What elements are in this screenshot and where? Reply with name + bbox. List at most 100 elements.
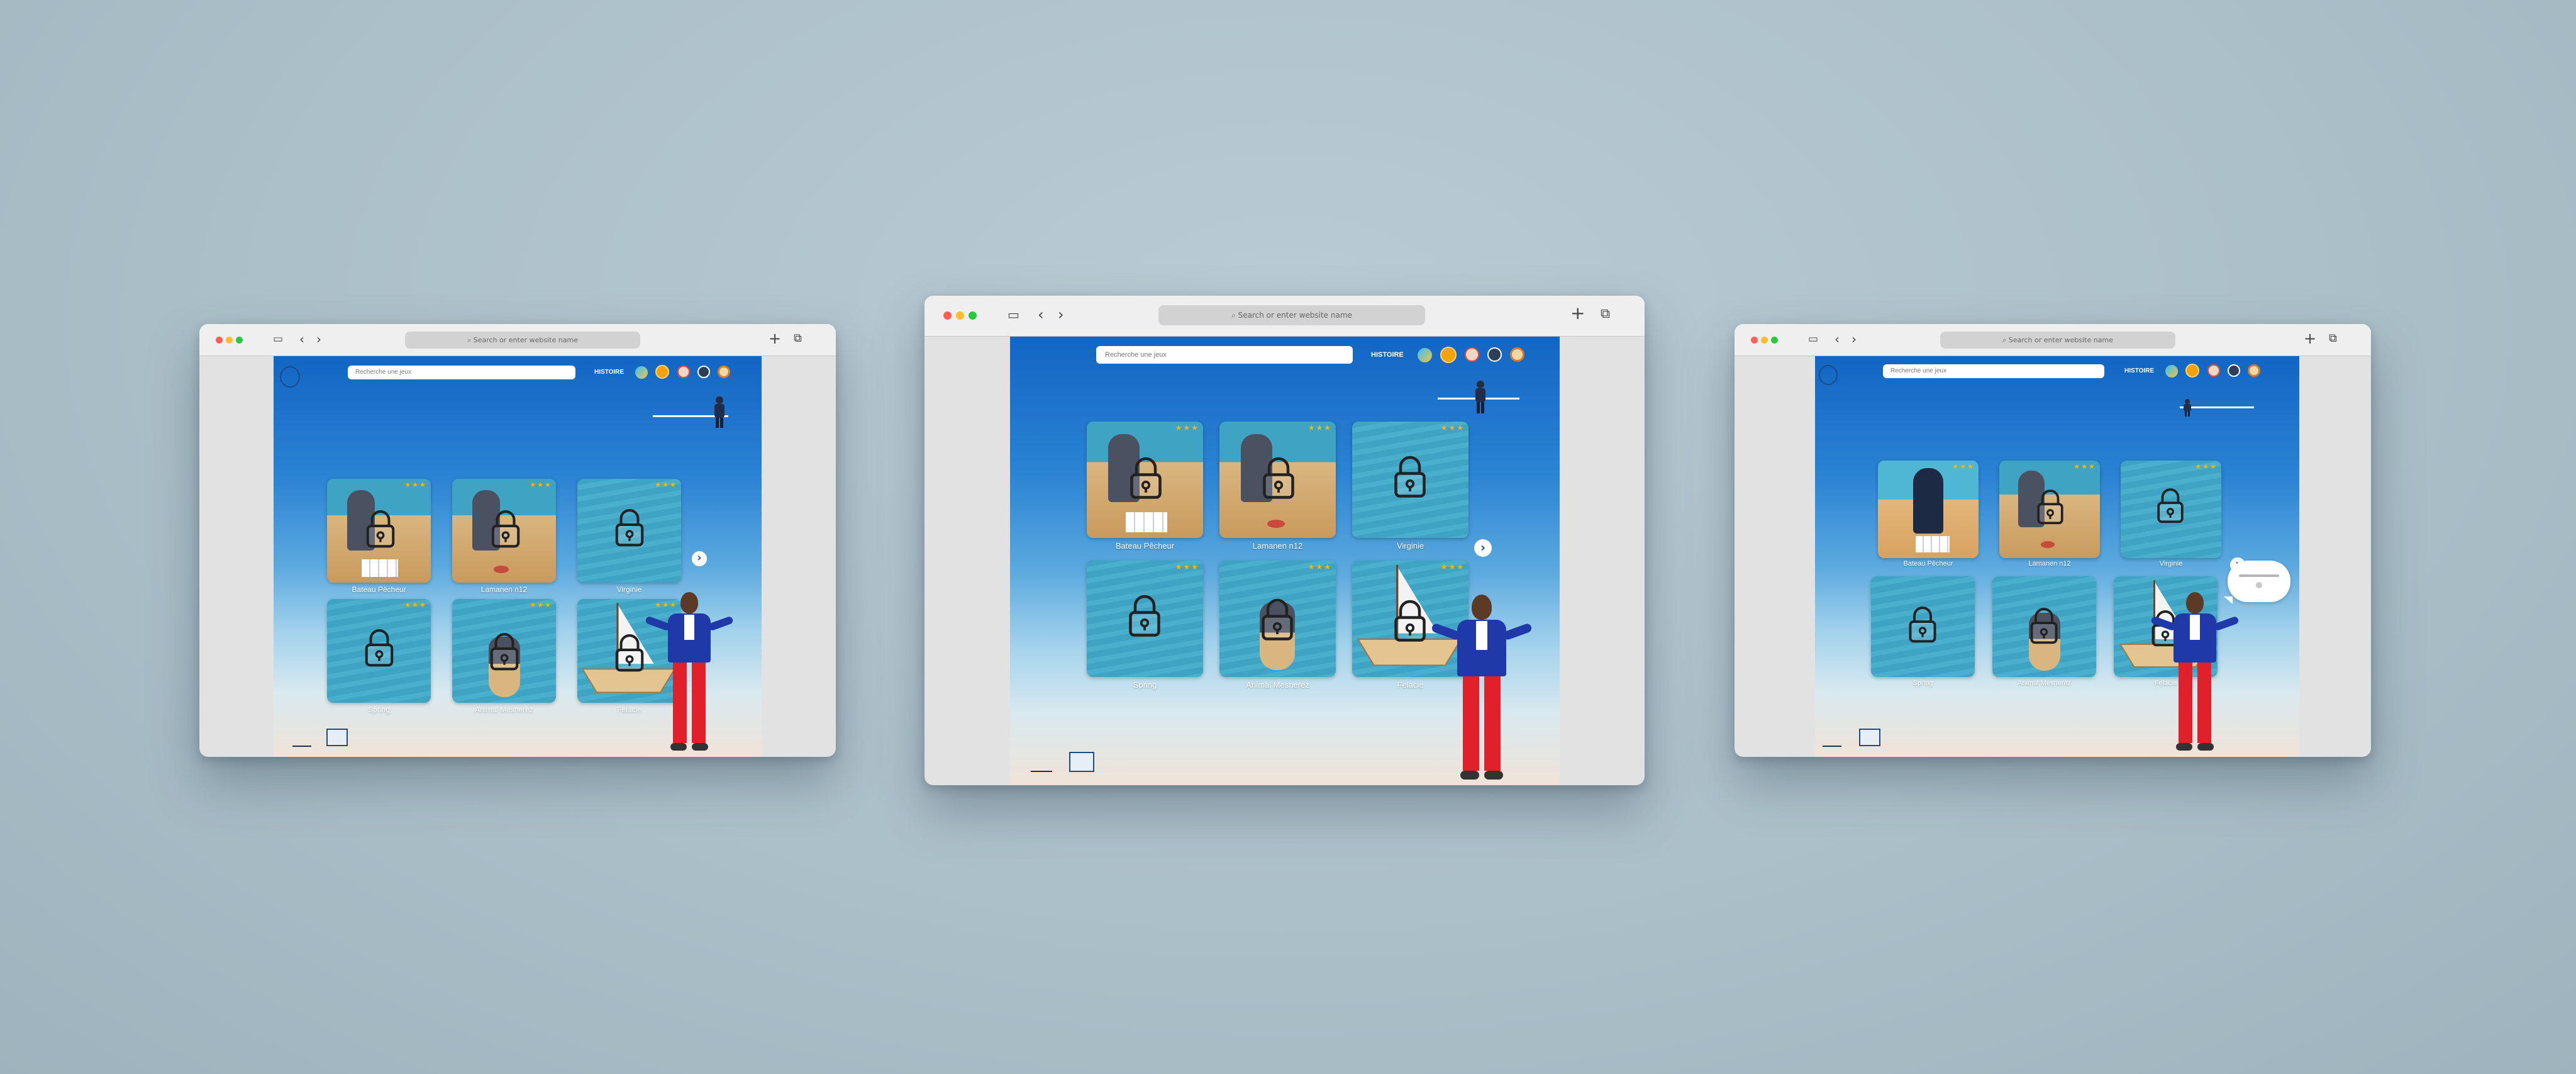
fish-illustration bbox=[494, 566, 509, 573]
next-page-button[interactable]: › bbox=[1474, 539, 1492, 557]
close-button[interactable] bbox=[216, 337, 223, 344]
quiz-icon[interactable] bbox=[2165, 365, 2178, 378]
search-input[interactable]: Recherche une jeux bbox=[1883, 364, 2104, 378]
stars-rating: ★★★ bbox=[1175, 562, 1199, 571]
sidebar-icon[interactable]: ▭ bbox=[1808, 334, 1818, 345]
coin-icon[interactable] bbox=[1440, 347, 1457, 363]
lock-icon bbox=[491, 510, 520, 548]
lock-icon bbox=[2157, 488, 2184, 523]
game-card[interactable]: ★★★ bbox=[577, 479, 681, 583]
chevron-left-icon[interactable]: ‹ bbox=[1038, 307, 1044, 322]
minimize-button[interactable] bbox=[226, 337, 233, 344]
game-card[interactable]: ★★★ bbox=[1219, 561, 1336, 677]
game-card-title: Lamanen n12 bbox=[1252, 541, 1303, 551]
lock-icon bbox=[1909, 607, 1936, 643]
chevron-right-icon[interactable]: › bbox=[316, 333, 321, 345]
sidebar-icon[interactable]: ▭ bbox=[1008, 308, 1019, 321]
web-page: Recherche une jeux HISTOIRE ★★★ Bateau P… bbox=[1815, 356, 2299, 757]
lock-icon bbox=[490, 633, 519, 671]
chevron-left-icon[interactable]: ‹ bbox=[299, 333, 304, 345]
board-grid bbox=[1916, 536, 1950, 552]
helmet-icon[interactable] bbox=[2228, 364, 2240, 377]
quiz-icon[interactable] bbox=[1418, 348, 1432, 362]
sidebar-icon[interactable]: ▭ bbox=[273, 334, 283, 345]
chevron-right-icon[interactable]: › bbox=[1058, 307, 1064, 322]
web-page: Recherche une jeux HISTOIRE ★★★ Bateau P… bbox=[1010, 337, 1560, 785]
game-card[interactable]: ★★★ bbox=[1219, 422, 1336, 538]
tabs-overview-icon[interactable]: ⧉ bbox=[794, 333, 802, 344]
game-card[interactable]: ★★★ bbox=[327, 479, 431, 583]
plus-icon[interactable]: + bbox=[1570, 305, 1585, 322]
url-bar[interactable]: ⌕ Search or enter website name bbox=[1940, 332, 2175, 349]
stars-rating: ★★★ bbox=[404, 601, 427, 609]
nav-histoire[interactable]: HISTOIRE bbox=[594, 369, 624, 376]
game-card[interactable] bbox=[1992, 576, 2096, 677]
next-page-button[interactable]: › bbox=[692, 551, 707, 566]
game-card[interactable]: ★★★ bbox=[452, 479, 556, 583]
close-button[interactable] bbox=[943, 311, 952, 320]
sea-creature-icon[interactable] bbox=[1465, 347, 1479, 362]
chevron-right-icon[interactable]: › bbox=[1852, 333, 1857, 345]
lock-icon bbox=[1262, 598, 1293, 640]
maximize-button[interactable] bbox=[1771, 337, 1778, 344]
chevron-left-icon[interactable]: ‹ bbox=[1835, 333, 1840, 345]
settings-icon[interactable] bbox=[718, 366, 730, 378]
helmet-icon[interactable] bbox=[1487, 347, 1502, 362]
minimize-button[interactable] bbox=[956, 311, 964, 320]
tabs-overview-icon[interactable]: ⧉ bbox=[1601, 307, 1610, 320]
speech-bubble[interactable] bbox=[2228, 561, 2290, 602]
maximize-button[interactable] bbox=[236, 337, 243, 344]
game-card[interactable]: ★★★ bbox=[1087, 561, 1203, 677]
game-card-title: Lamanen n12 bbox=[480, 585, 528, 594]
search-input[interactable]: Recherche une jeux bbox=[348, 366, 575, 379]
helmet-icon[interactable] bbox=[697, 366, 710, 378]
lock-icon bbox=[615, 634, 644, 672]
game-card[interactable]: ★★★ bbox=[327, 599, 431, 703]
stars-rating: ★★★ bbox=[2074, 463, 2096, 471]
game-card[interactable] bbox=[1871, 576, 1975, 677]
maximize-button[interactable] bbox=[969, 311, 977, 320]
game-card[interactable]: ★★★ bbox=[1352, 422, 1468, 538]
anchor-logo-icon[interactable] bbox=[280, 366, 300, 388]
settings-icon[interactable] bbox=[1510, 347, 1524, 362]
search-input[interactable]: Recherche une jeux bbox=[1096, 346, 1353, 364]
stars-rating: ★★★ bbox=[1952, 463, 1975, 471]
minimize-button[interactable] bbox=[1761, 337, 1768, 344]
quiz-icon[interactable] bbox=[635, 366, 648, 379]
sailor-avatar-icon bbox=[714, 396, 725, 429]
dismiss-icon[interactable] bbox=[2256, 582, 2262, 588]
plus-icon[interactable]: + bbox=[769, 331, 781, 346]
sailor-avatar-icon bbox=[1474, 381, 1487, 415]
lock-icon bbox=[615, 509, 644, 547]
game-card-title: Virginie bbox=[1396, 541, 1424, 551]
coin-icon[interactable] bbox=[2185, 364, 2199, 378]
anchor-logo-icon[interactable] bbox=[1819, 365, 1838, 385]
nav-histoire[interactable]: HISTOIRE bbox=[1371, 351, 1404, 359]
guide-avatar bbox=[2150, 592, 2240, 757]
game-card[interactable]: ★★★ bbox=[2121, 461, 2221, 558]
sea-creature-icon[interactable] bbox=[677, 366, 690, 378]
lock-icon bbox=[1394, 600, 1426, 642]
tabs-overview-icon[interactable]: ⧉ bbox=[2329, 333, 2337, 344]
game-card[interactable]: ★★★ bbox=[452, 599, 556, 703]
game-card-title: Bateau Pêcheur bbox=[1115, 541, 1175, 551]
settings-icon[interactable] bbox=[2248, 364, 2260, 377]
lock-icon bbox=[1263, 457, 1294, 499]
close-button[interactable] bbox=[1751, 337, 1758, 344]
game-card[interactable]: ★★★ bbox=[1878, 461, 1979, 558]
game-card[interactable]: ★★★ bbox=[1999, 461, 2100, 558]
game-card[interactable]: ★★★ bbox=[1087, 422, 1203, 538]
lock-icon bbox=[1130, 457, 1162, 499]
coin-icon[interactable] bbox=[655, 365, 669, 379]
sea-creature-icon[interactable] bbox=[2207, 364, 2220, 377]
lock-icon bbox=[2037, 489, 2063, 525]
nav-histoire[interactable]: HISTOIRE bbox=[2124, 367, 2154, 374]
plus-icon[interactable]: + bbox=[2304, 331, 2316, 346]
game-card-title: Spring bbox=[1133, 680, 1157, 690]
url-bar[interactable]: ⌕ Search or enter website name bbox=[405, 332, 640, 349]
game-card-title: Virginie bbox=[2159, 560, 2183, 568]
lock-icon bbox=[1394, 456, 1426, 498]
url-bar[interactable]: ⌕ Search or enter website name bbox=[1158, 305, 1425, 325]
game-card-title: Animal Mesnerez bbox=[1246, 680, 1309, 690]
game-card-title: Bateau Pêcheur bbox=[352, 585, 406, 594]
